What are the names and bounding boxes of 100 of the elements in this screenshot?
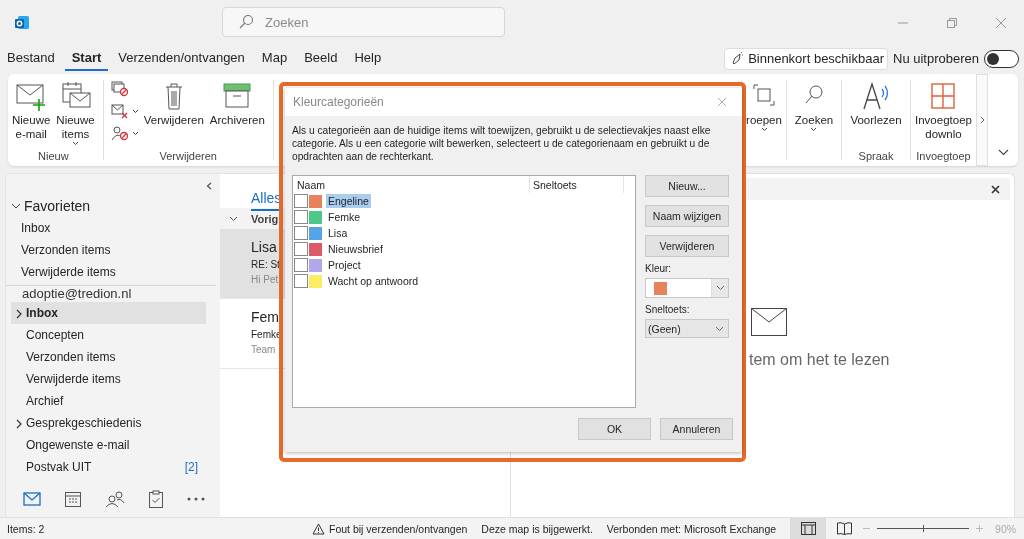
folder-item[interactable]: Postvak UIT [2] <box>11 456 206 478</box>
error-status[interactable]: Fout bij verzenden/ontvangen <box>312 522 468 535</box>
column-header[interactable]: Naam <box>293 176 530 193</box>
menu-tab[interactable]: Map <box>254 46 295 71</box>
ribbon-button[interactable]: Nieuwe items <box>54 78 97 149</box>
folder-item[interactable]: Verwijderde items <box>11 368 206 390</box>
caret-icon <box>810 127 818 132</box>
ribbon-small-button[interactable] <box>109 124 140 142</box>
checkbox[interactable] <box>294 242 308 256</box>
folder-item[interactable]: Ongewenste e-mail <box>11 434 206 456</box>
ribbon-button[interactable]: Zoeken <box>792 78 836 135</box>
checkbox[interactable] <box>294 210 308 224</box>
ribbon-button[interactable]: Voorlezen <box>848 78 904 130</box>
ribbon-button[interactable]: Archiveren <box>207 78 267 130</box>
outlook-logo-icon <box>14 14 30 31</box>
dialog-button[interactable]: Naam wijzigen <box>645 205 729 227</box>
coming-soon-button[interactable]: Binnenkort beschikbaar <box>724 47 888 70</box>
column-header[interactable]: Sneltoets <box>530 176 624 193</box>
menu-tab[interactable]: Verzenden/ontvangen <box>111 46 252 71</box>
module-button[interactable] <box>147 490 164 508</box>
message-sender: Fem <box>251 308 279 327</box>
chevron-right-icon <box>979 116 985 124</box>
folder-item[interactable]: Archief <box>11 390 206 412</box>
envelope-icon <box>751 308 787 336</box>
dialog-button[interactable]: Nieuw... <box>645 175 729 197</box>
search-field[interactable]: Zoeken <box>222 7 505 37</box>
connection-status: Verbonden met: Microsoft Exchange <box>606 522 777 535</box>
category-name[interactable]: Wacht op antwoord <box>326 274 421 288</box>
category-name[interactable]: Project <box>326 258 363 272</box>
checkbox[interactable] <box>294 226 308 240</box>
folder-item[interactable]: Gesprekgeschiedenis <box>11 412 206 434</box>
shortcut-label: Sneltoets: <box>645 304 691 315</box>
menu-tab[interactable]: Help <box>347 46 389 71</box>
module-button[interactable] <box>63 490 82 508</box>
category-name[interactable]: Engeline <box>326 194 371 208</box>
caret-icon <box>715 325 724 332</box>
search-icon <box>238 14 254 30</box>
calendar-icon <box>63 490 82 508</box>
dialog-button[interactable]: Annuleren <box>660 418 733 440</box>
module-button[interactable] <box>186 497 205 501</box>
folder-label: Archief <box>26 394 64 408</box>
folder-item[interactable]: Concepten <box>11 324 206 346</box>
dialog-button[interactable]: Verwijderen <box>645 235 729 257</box>
folder-label: Verzonden items <box>26 350 116 364</box>
ribbon-group-label: Spraak <box>858 149 894 163</box>
dialog-description: Als u categorieën aan de huidige items wilt toewijzen, gebruikt u de selectievakjes naast elke categorie. Als u een categorie wilt bewerken, selecteert u de categorienaam en gebruikt u de opdrachten aan de rechterkant. <box>292 124 712 163</box>
close-icon[interactable] <box>991 184 1000 194</box>
ribbon-button[interactable]: roepen <box>744 78 784 135</box>
folder-item[interactable]: Verzonden items <box>11 346 206 368</box>
checkbox[interactable] <box>294 258 308 272</box>
chevron-right-icon <box>16 309 22 319</box>
menu-tab[interactable]: Bestand <box>7 46 62 71</box>
menu-tab[interactable]: Start <box>64 46 109 71</box>
ribbon-small-button[interactable] <box>109 102 140 120</box>
envelope-x-icon <box>110 103 129 119</box>
ribbon-button[interactable]: Verwijderen <box>141 78 206 130</box>
category-name[interactable]: Lisa <box>326 226 350 240</box>
folder-item[interactable]: Verwijderde items <box>6 261 220 283</box>
ribbon-button[interactable]: Nieuwe e-mail <box>10 78 53 144</box>
people-icon <box>104 490 125 508</box>
dialog-button[interactable]: OK <box>578 418 651 440</box>
chevron-down-icon <box>229 215 238 222</box>
caret-icon <box>72 141 80 146</box>
folder-label: Gesprekgeschiedenis <box>26 416 142 430</box>
caret-icon <box>715 285 725 291</box>
folder-status: Deze map is bijgewerkt. <box>481 522 593 535</box>
checkbox[interactable] <box>294 194 308 208</box>
checkbox[interactable] <box>294 274 308 288</box>
columns-icon <box>800 522 816 535</box>
ribbon-button[interactable]: Invoegtoep downlo <box>913 78 974 144</box>
blocked-envelopes-icon <box>110 81 129 97</box>
folder-label: Postvak UIT <box>26 460 92 474</box>
archive-box-icon <box>221 81 254 111</box>
view-button[interactable] <box>790 518 827 539</box>
chevron-down-icon[interactable] <box>998 149 1009 156</box>
caret-icon <box>760 127 768 132</box>
folder-item[interactable]: Inbox <box>6 217 220 239</box>
color-dropdown[interactable] <box>645 278 729 298</box>
clipboard-check-icon <box>147 490 164 508</box>
favorites-header[interactable]: Favorieten <box>6 195 220 217</box>
message-preview: Hi Pet <box>251 273 279 287</box>
category-name[interactable]: Nieuwsbrief <box>326 242 385 256</box>
folder-label: Concepten <box>26 328 85 342</box>
folder-item[interactable]: Verzonden items <box>6 239 220 261</box>
menu-tab[interactable]: Beeld <box>297 46 345 71</box>
restore-icon[interactable] <box>946 16 958 29</box>
caret-icon <box>131 108 139 114</box>
collapse-icon[interactable] <box>206 182 212 190</box>
empty-pane-message: tem om het te lezen <box>749 351 890 369</box>
caret-icon <box>131 130 139 136</box>
toggle-switch[interactable] <box>984 49 1019 68</box>
category-name[interactable]: Femke <box>326 210 363 224</box>
folder-item[interactable]: Inbox <box>11 302 206 324</box>
shortcut-dropdown[interactable]: (Geen) <box>645 319 729 338</box>
toggle-label: Nu uitproberen <box>893 51 979 66</box>
module-button[interactable] <box>22 492 41 506</box>
warning-icon <box>312 522 325 535</box>
ribbon-group-label: Verwijderen <box>159 149 217 163</box>
module-button[interactable] <box>104 490 125 508</box>
account-header[interactable]: adoptie@tredion.nl <box>6 286 220 302</box>
